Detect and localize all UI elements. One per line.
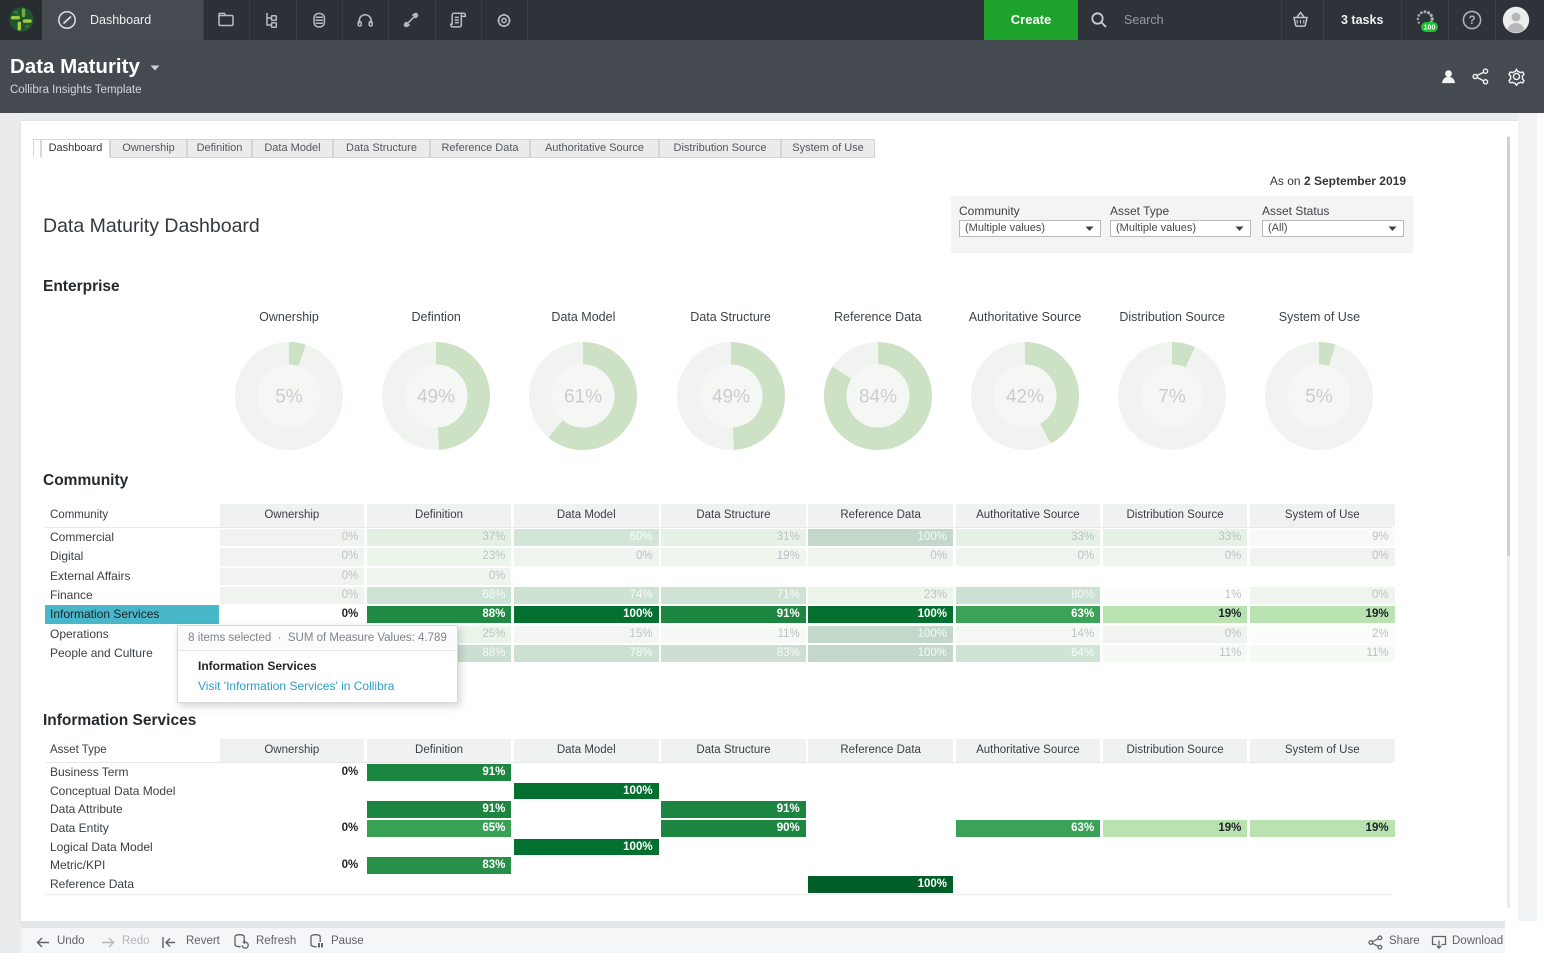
svg-text:42%: 42% bbox=[1006, 387, 1044, 408]
svg-text:49%: 49% bbox=[712, 387, 750, 408]
svg-text:61%: 61% bbox=[564, 387, 602, 408]
svg-text:100: 100 bbox=[1424, 25, 1436, 32]
svg-text:?: ? bbox=[1468, 15, 1475, 27]
svg-text:49%: 49% bbox=[417, 387, 455, 408]
svg-text:5%: 5% bbox=[275, 387, 303, 408]
svg-text:7%: 7% bbox=[1158, 387, 1186, 408]
svg-text:84%: 84% bbox=[859, 387, 897, 408]
svg-text:5%: 5% bbox=[1306, 387, 1334, 408]
